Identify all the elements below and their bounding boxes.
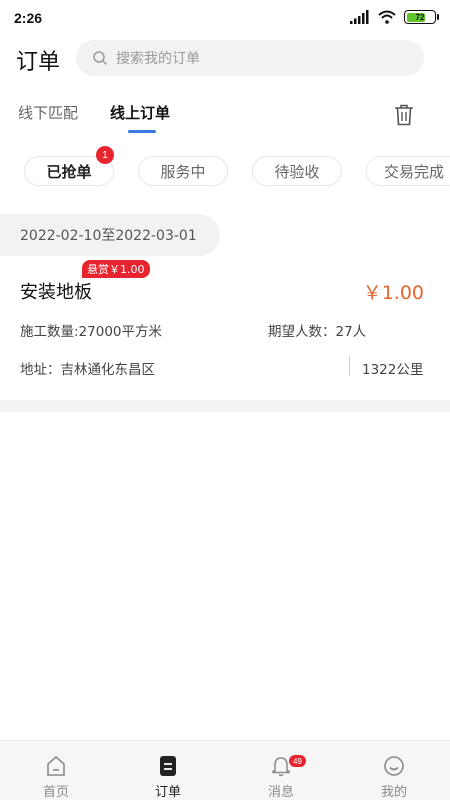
order-icon [160, 756, 176, 776]
nav-profile-label: 我的 [380, 785, 407, 800]
smile-icon [384, 756, 404, 776]
messages-badge: 49 [289, 755, 306, 767]
page-title: 订单 [16, 50, 61, 75]
signal-icon [350, 10, 369, 24]
tab-bar: 线下匹配 线上订单 [0, 96, 450, 136]
bounty-badge: 悬赏￥1.00 [82, 260, 150, 278]
trash-icon[interactable] [394, 104, 414, 126]
nav-profile[interactable]: 我的 [338, 741, 450, 800]
status-icons: 72 [350, 10, 439, 24]
date-range-label: 2022-02-10至2022-03-01 [20, 228, 197, 244]
filter-in-service[interactable]: 服务中 [138, 156, 228, 186]
order-title: 安装地板 [20, 282, 92, 303]
divider [349, 356, 350, 376]
tab-online-orders[interactable]: 线上订单 [110, 102, 170, 123]
order-address: 地址：吉林通化东昌区 [20, 362, 155, 378]
status-time: 2:26 [14, 10, 43, 26]
date-range-filter[interactable]: 2022-02-10至2022-03-01 [0, 214, 220, 256]
order-expected-people: 期望人数：27人 [268, 324, 367, 340]
order-card[interactable]: 悬赏￥1.00 安装地板 ￥1.00 施工数量:27000平方米 期望人数：27… [0, 260, 450, 400]
order-price: ￥1.00 [362, 282, 424, 304]
filter-pending-acceptance[interactable]: 待验收 [252, 156, 342, 186]
search-input[interactable]: 搜索我的订单 [76, 40, 424, 76]
nav-home-label: 首页 [42, 785, 69, 800]
home-icon [47, 756, 65, 776]
nav-orders[interactable]: 订单 [112, 741, 224, 800]
battery-icon: 72 [404, 10, 439, 24]
nav-home[interactable]: 首页 [0, 741, 112, 800]
order-quantity: 施工数量:27000平方米 [20, 324, 162, 340]
bottom-nav: 首页 订单 49 消息 我的 [0, 740, 450, 800]
battery-text: 72 [415, 12, 425, 22]
search-placeholder: 搜索我的订单 [116, 51, 200, 67]
tab-active-indicator [128, 130, 156, 133]
filter-count-badge: 1 [96, 146, 114, 164]
nav-messages-label: 消息 [267, 785, 294, 800]
status-filters: 已抢单 服务中 待验收 交易完成 [0, 152, 450, 192]
nav-orders-label: 订单 [154, 785, 181, 800]
nav-messages[interactable]: 49 消息 [225, 741, 337, 800]
status-bar: 2:26 72 [0, 0, 450, 36]
header: 订单 搜索我的订单 [0, 38, 450, 80]
filter-completed[interactable]: 交易完成 [366, 156, 450, 186]
wifi-icon [378, 10, 396, 24]
search-icon [93, 51, 108, 66]
tab-offline-match[interactable]: 线下匹配 [18, 102, 78, 123]
card-separator [0, 400, 450, 412]
order-distance: 1322公里 [362, 362, 424, 378]
